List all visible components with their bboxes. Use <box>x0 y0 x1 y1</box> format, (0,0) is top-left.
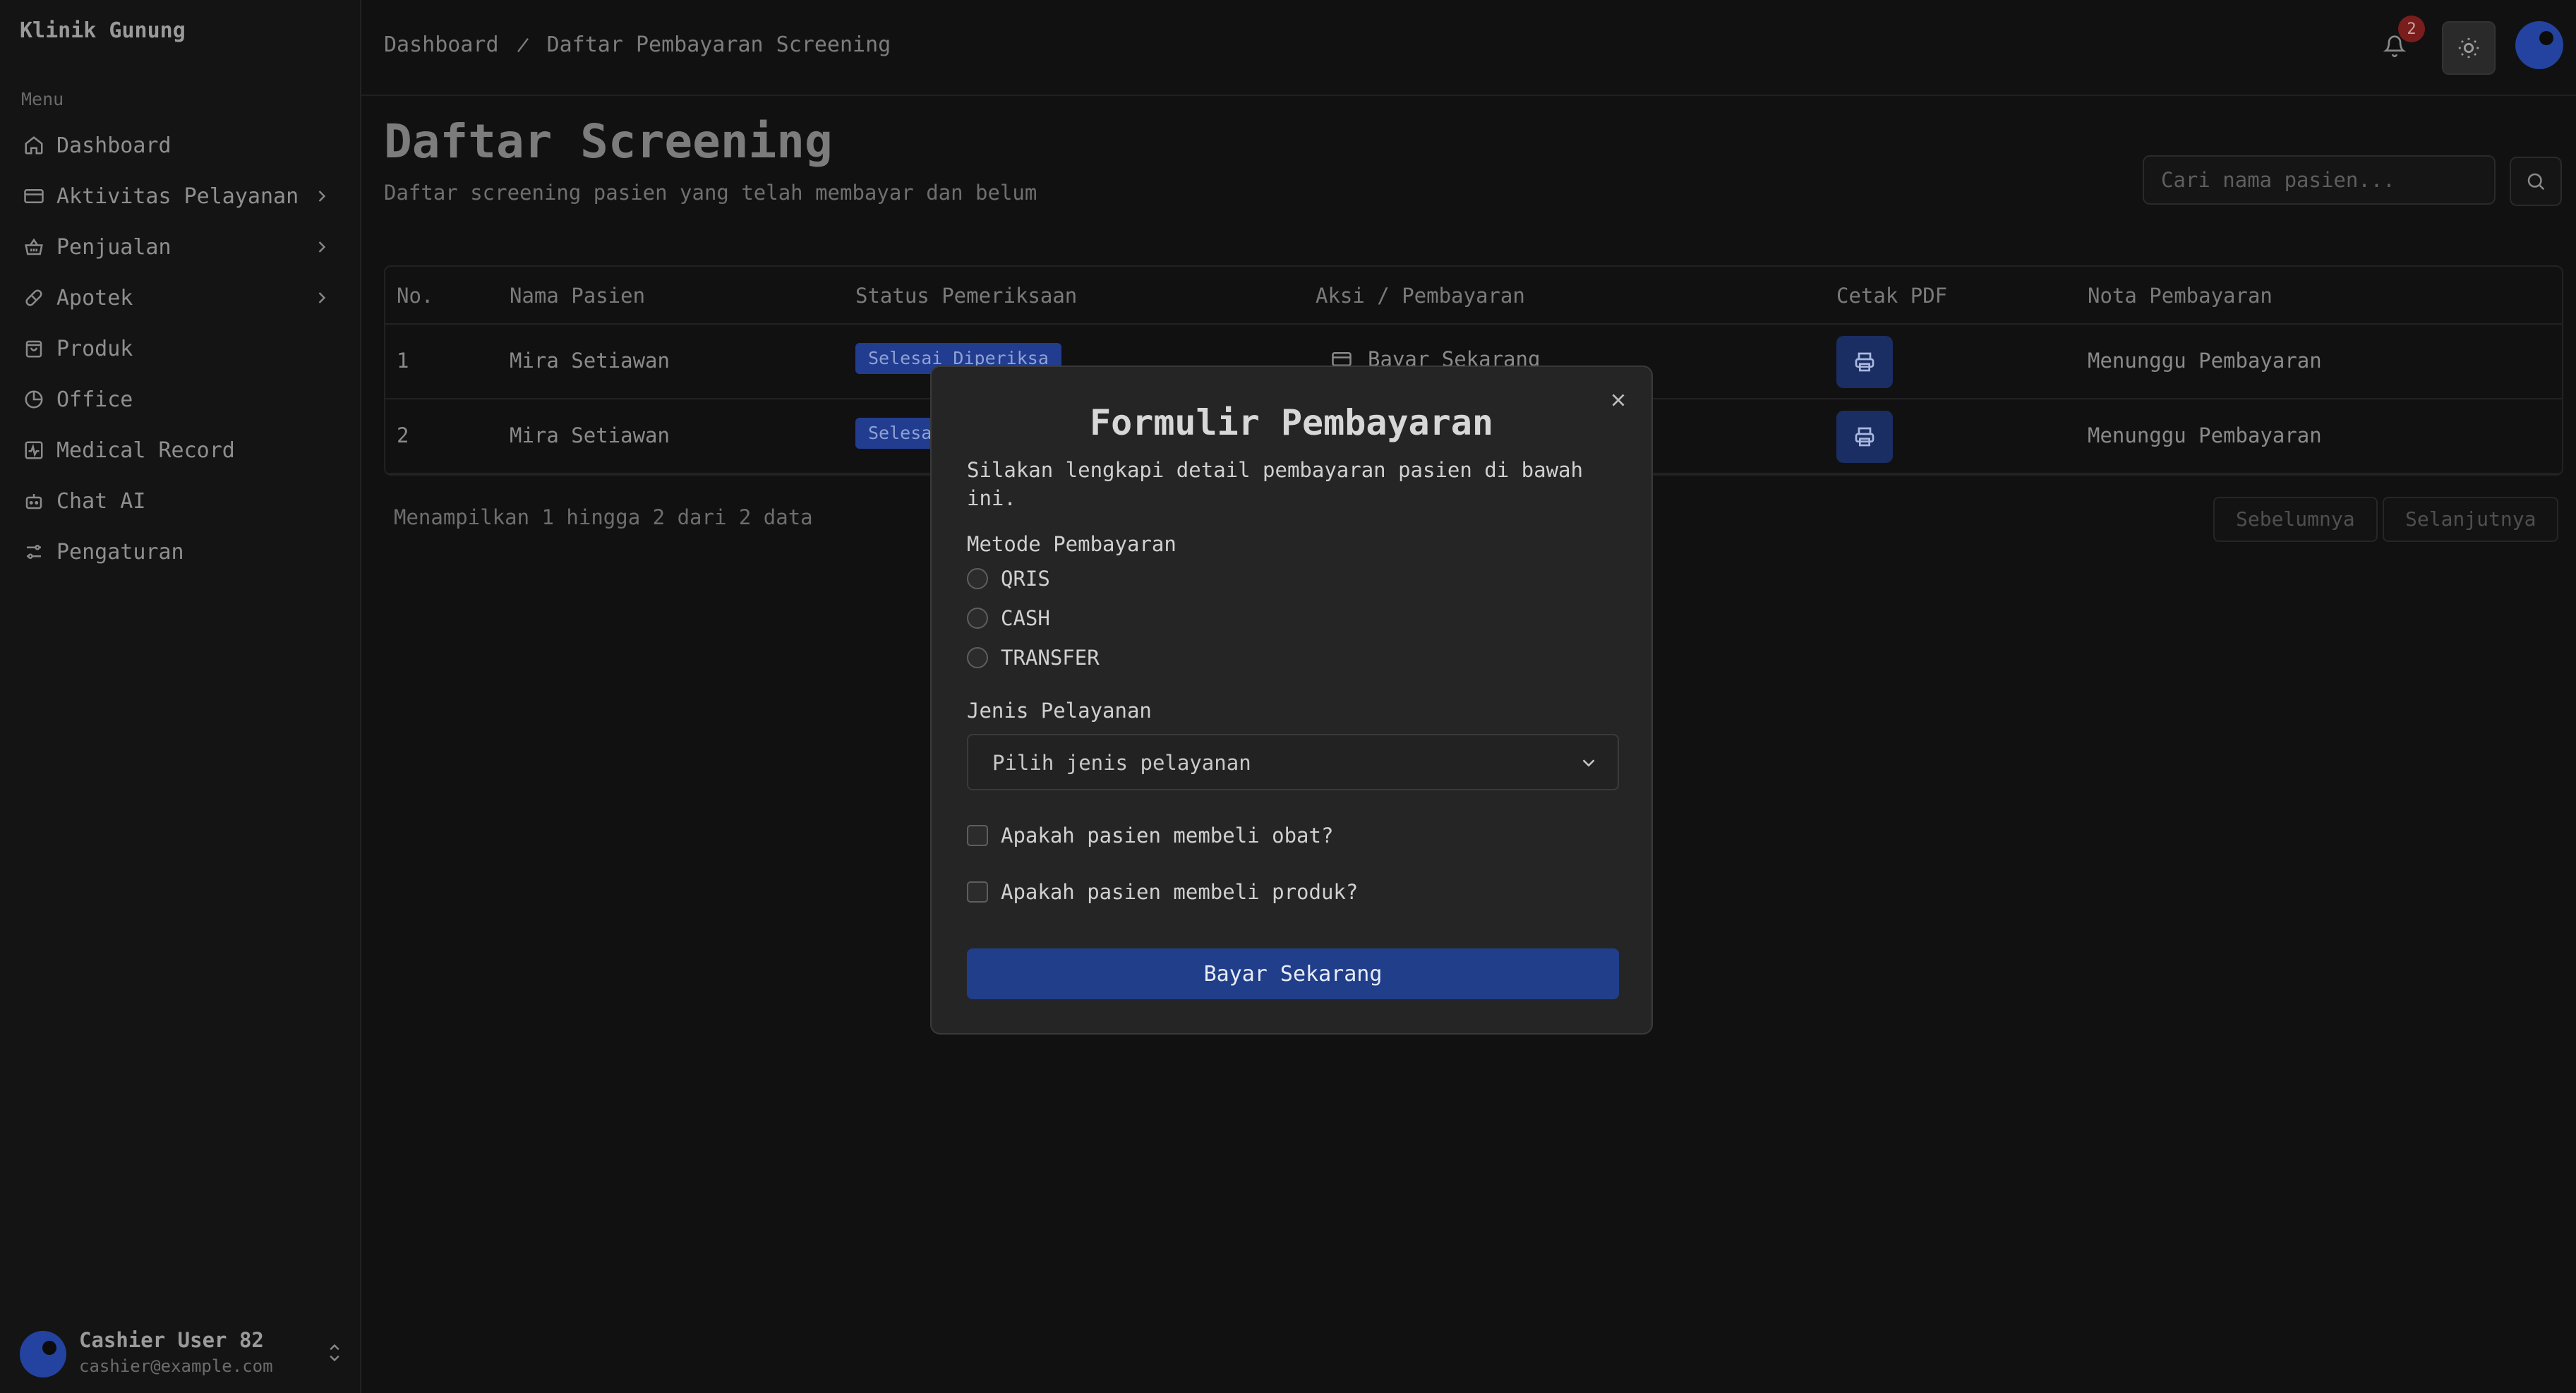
card-icon <box>23 185 45 207</box>
avatar[interactable] <box>2515 21 2563 69</box>
search-button[interactable] <box>2510 157 2562 206</box>
print-pdf-button[interactable] <box>1836 411 1893 463</box>
search-icon <box>2527 173 2545 191</box>
column-header: Cetak PDF <box>1836 284 1948 308</box>
checkbox-product[interactable]: Apakah pasien membeli produk? <box>967 878 1358 906</box>
column-header: Aksi / Pembayaran <box>1316 284 1525 308</box>
theme-toggle-button[interactable] <box>2442 21 2496 75</box>
sidebar-item-penjualan[interactable]: Penjualan <box>0 222 360 272</box>
payment-note: Menunggu Pembayaran <box>2088 423 2322 447</box>
user-menu[interactable]: Cashier User 82 cashier@example.com <box>20 1328 344 1377</box>
sidebar-item-label: Chat AI <box>56 488 146 514</box>
radio-label: CASH <box>1001 606 1050 630</box>
pill-icon <box>23 287 45 309</box>
sidebar-item-office[interactable]: Office <box>0 374 360 425</box>
chevron-right-icon <box>318 241 326 253</box>
sidebar-nav: Dashboard Aktivitas Pelayanan Penjualan … <box>0 120 360 577</box>
printer-icon <box>1855 352 1874 372</box>
checkbox-label: Apakah pasien membeli obat? <box>1001 824 1334 848</box>
column-header: Nama Pasien <box>510 284 646 308</box>
radio-qris[interactable]: QRIS <box>967 565 1050 593</box>
payment-note: Menunggu Pembayaran <box>2088 349 2322 373</box>
breadcrumb-current: Daftar Pembayaran Screening <box>546 32 891 57</box>
menu-section-label: Menu <box>21 89 64 109</box>
sidebar-item-label: Produk <box>56 336 133 361</box>
radio-circle[interactable] <box>967 568 988 589</box>
sidebar-item-label: Penjualan <box>56 234 171 260</box>
column-header: No. <box>397 284 434 308</box>
slash-icon <box>517 37 529 52</box>
modal-title: Formulir Pembayaran <box>1090 402 1493 443</box>
sidebar-item-label: Office <box>56 387 133 412</box>
previous-page-button[interactable]: Sebelumnya <box>2213 497 2378 542</box>
sidebar-item-label: Apotek <box>56 285 133 310</box>
checkbox[interactable] <box>967 825 988 846</box>
sidebar-item-chat-ai[interactable]: Chat AI <box>0 476 360 526</box>
modal-description: Silakan lengkapi detail pembayaran pasie… <box>967 458 1583 510</box>
chevron-right-icon <box>318 191 326 202</box>
sidebar-item-label: Aktivitas Pelayanan <box>56 183 299 209</box>
chevron-down-icon <box>1582 759 1595 767</box>
sidebar-item-label: Dashboard <box>56 133 171 158</box>
pagination-info: Menampilkan 1 hingga 2 dari 2 data <box>394 505 813 529</box>
table-header-row: No. Nama Pasien Status Pemeriksaan Aksi … <box>385 267 2562 325</box>
sun-icon <box>2458 37 2479 59</box>
checkbox-medicine[interactable]: Apakah pasien membeli obat? <box>967 821 1333 850</box>
service-type-label: Jenis Pelayanan <box>967 699 1152 723</box>
user-email: cashier@example.com <box>79 1356 273 1376</box>
notification-badge: 2 <box>2398 16 2425 42</box>
app-brand[interactable]: Klinik Gunung <box>20 18 186 43</box>
sidebar-item-aktivitas-pelayanan[interactable]: Aktivitas Pelayanan <box>0 171 360 222</box>
pie-chart-icon <box>23 388 45 411</box>
sidebar-item-medical-record[interactable]: Medical Record <box>0 425 360 476</box>
pay-now-button[interactable]: Bayar Sekarang <box>967 948 1619 999</box>
avatar <box>20 1331 66 1377</box>
page-subtitle: Daftar screening pasien yang telah memba… <box>384 181 1037 205</box>
top-bar: Dashboard Daftar Pembayaran Screening <box>361 0 2576 96</box>
basket-icon <box>23 236 45 258</box>
sliders-icon <box>23 541 45 563</box>
row-number: 2 <box>397 423 409 447</box>
checkbox[interactable] <box>967 881 988 903</box>
chevrons-up-down-icon[interactable] <box>325 1341 344 1365</box>
print-pdf-button[interactable] <box>1836 336 1893 388</box>
printer-icon <box>1855 427 1874 447</box>
breadcrumb: Dashboard Daftar Pembayaran Screening <box>384 32 891 57</box>
service-type-select[interactable]: Pilih jenis pelayanan <box>967 734 1619 790</box>
column-header: Status Pemeriksaan <box>855 284 1078 308</box>
row-number: 1 <box>397 349 409 373</box>
chevron-right-icon <box>318 292 326 303</box>
user-name: Cashier User 82 <box>79 1328 264 1352</box>
bot-icon <box>23 490 45 512</box>
radio-transfer[interactable]: TRANSFER <box>967 644 1100 672</box>
activity-icon <box>23 439 45 462</box>
radio-label: QRIS <box>1001 567 1050 591</box>
select-placeholder: Pilih jenis pelayanan <box>992 751 1251 775</box>
page-title: Daftar Screening <box>384 114 833 169</box>
radio-circle[interactable] <box>967 647 988 668</box>
sidebar-item-pengaturan[interactable]: Pengaturan <box>0 526 360 577</box>
patient-name: Mira Setiawan <box>510 349 670 373</box>
payment-method-label: Metode Pembayaran <box>967 532 1176 556</box>
checkbox-label: Apakah pasien membeli produk? <box>1001 880 1359 904</box>
sidebar-item-apotek[interactable]: Apotek <box>0 272 360 323</box>
sidebar-item-label: Medical Record <box>56 438 235 463</box>
sidebar-item-label: Pengaturan <box>56 539 184 565</box>
sidebar: Klinik Gunung Menu Dashboard Aktivitas P… <box>0 0 361 1393</box>
sidebar-item-dashboard[interactable]: Dashboard <box>0 120 360 171</box>
breadcrumb-dashboard[interactable]: Dashboard <box>384 32 499 57</box>
payment-form-modal: Formulir Pembayaran Silakan lengkapi det… <box>930 366 1653 1035</box>
radio-cash[interactable]: CASH <box>967 604 1050 632</box>
radio-circle[interactable] <box>967 608 988 629</box>
radio-label: TRANSFER <box>1001 646 1100 670</box>
next-page-button[interactable]: Selanjutnya <box>2383 497 2559 542</box>
column-header: Nota Pembayaran <box>2088 284 2273 308</box>
search-input[interactable] <box>2143 155 2496 205</box>
sidebar-item-produk[interactable]: Produk <box>0 323 360 374</box>
bag-icon <box>23 337 45 360</box>
home-icon <box>23 134 45 157</box>
patient-name: Mira Setiawan <box>510 423 670 447</box>
